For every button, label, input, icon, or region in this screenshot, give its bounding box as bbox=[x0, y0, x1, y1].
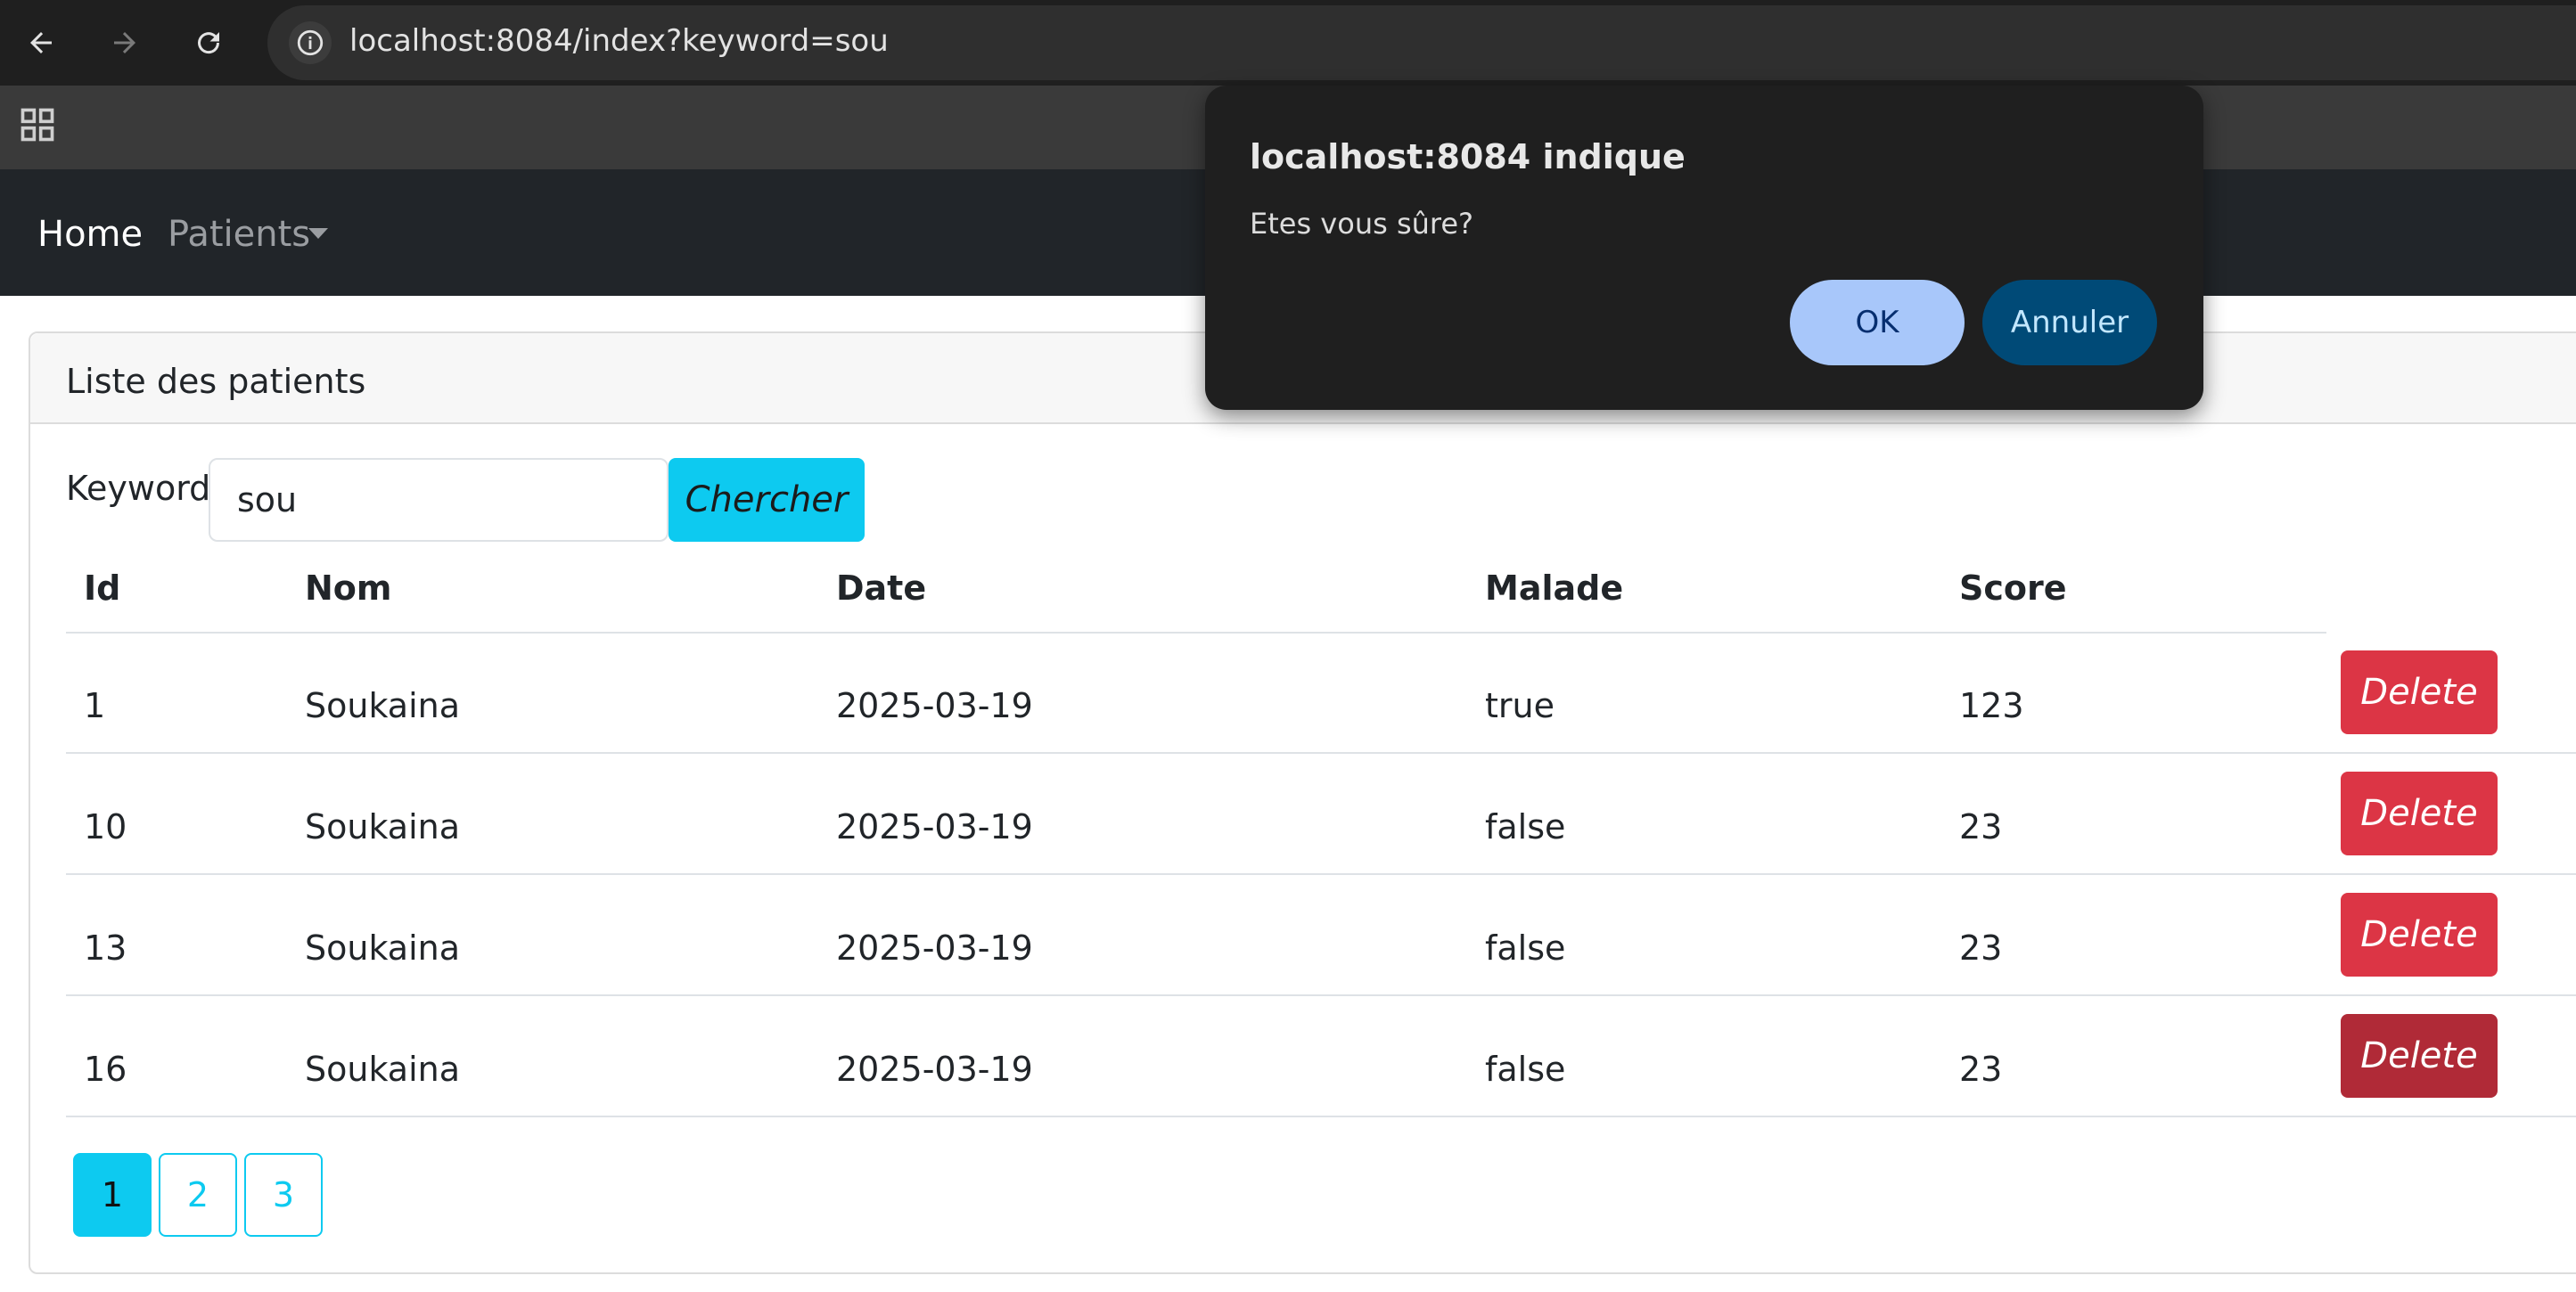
card-title: Liste des patients bbox=[66, 362, 366, 401]
column-header-nom: Nom bbox=[305, 568, 392, 608]
cell-id: 10 bbox=[84, 807, 127, 846]
column-header-date: Date bbox=[836, 568, 927, 608]
site-info-icon[interactable] bbox=[289, 21, 332, 64]
table-row: 10 Soukaina 2025-03-19 false 23 Delete bbox=[66, 754, 2576, 875]
cell-score: 23 bbox=[1959, 928, 2003, 968]
cell-date: 2025-03-19 bbox=[836, 928, 1033, 968]
page-button-1[interactable]: 1 bbox=[73, 1153, 152, 1237]
cell-id: 16 bbox=[84, 1050, 127, 1089]
forward-button[interactable] bbox=[98, 16, 152, 70]
table-row: 1 Soukaina 2025-03-19 true 123 Delete bbox=[66, 633, 2576, 754]
column-header-id: Id bbox=[84, 568, 121, 608]
cell-score: 23 bbox=[1959, 807, 2003, 846]
confirm-dialog: localhost:8084 indique Etes vous sûre? O… bbox=[1205, 86, 2203, 410]
cell-malade: false bbox=[1485, 1050, 1566, 1089]
delete-button[interactable]: Delete bbox=[2341, 1014, 2498, 1098]
cell-nom: Soukaina bbox=[305, 1050, 461, 1089]
cell-nom: Soukaina bbox=[305, 686, 461, 725]
browser-toolbar: localhost:8084/index?keyword=sou bbox=[0, 0, 2576, 86]
column-header-score: Score bbox=[1959, 568, 2067, 608]
cell-date: 2025-03-19 bbox=[836, 807, 1033, 846]
apps-grid-icon[interactable] bbox=[18, 105, 57, 144]
cell-malade: false bbox=[1485, 928, 1566, 968]
reload-button[interactable] bbox=[182, 16, 235, 70]
url-text[interactable]: localhost:8084/index?keyword=sou bbox=[349, 23, 889, 59]
table-row: 13 Soukaina 2025-03-19 false 23 Delete bbox=[66, 875, 2576, 996]
page-button-3[interactable]: 3 bbox=[244, 1153, 323, 1237]
back-button[interactable] bbox=[14, 16, 68, 70]
forward-arrow-icon bbox=[114, 32, 135, 53]
ok-button[interactable]: OK bbox=[1790, 280, 1965, 365]
cell-date: 2025-03-19 bbox=[836, 686, 1033, 725]
column-header-malade: Malade bbox=[1485, 568, 1624, 608]
nav-patients-dropdown[interactable]: Patients bbox=[168, 214, 310, 255]
dialog-message: Etes vous sûre? bbox=[1250, 207, 1474, 241]
cell-id: 13 bbox=[84, 928, 127, 968]
cell-nom: Soukaina bbox=[305, 928, 461, 968]
back-arrow-icon bbox=[30, 32, 52, 53]
keyword-input[interactable] bbox=[209, 458, 669, 542]
dialog-title: localhost:8084 indique bbox=[1250, 137, 1686, 176]
delete-button[interactable]: Delete bbox=[2341, 772, 2498, 855]
delete-button[interactable]: Delete bbox=[2341, 650, 2498, 734]
page-button-2[interactable]: 2 bbox=[159, 1153, 237, 1237]
cell-score: 23 bbox=[1959, 1050, 2003, 1089]
cell-malade: true bbox=[1485, 686, 1555, 725]
reload-icon bbox=[198, 32, 220, 54]
cancel-button[interactable]: Annuler bbox=[1982, 280, 2157, 365]
table-row: 16 Soukaina 2025-03-19 false 23 Delete bbox=[66, 996, 2576, 1117]
cell-malade: false bbox=[1485, 807, 1566, 846]
dropdown-caret-icon[interactable] bbox=[308, 228, 328, 239]
search-button[interactable]: Chercher bbox=[669, 458, 865, 542]
cell-score: 123 bbox=[1959, 686, 2024, 725]
cell-nom: Soukaina bbox=[305, 807, 461, 846]
address-bar[interactable]: localhost:8084/index?keyword=sou bbox=[267, 5, 2576, 80]
cell-date: 2025-03-19 bbox=[836, 1050, 1033, 1089]
keyword-label: Keyword: bbox=[66, 469, 223, 508]
delete-button[interactable]: Delete bbox=[2341, 893, 2498, 977]
nav-home-link[interactable]: Home bbox=[37, 214, 143, 255]
cell-id: 1 bbox=[84, 686, 106, 725]
